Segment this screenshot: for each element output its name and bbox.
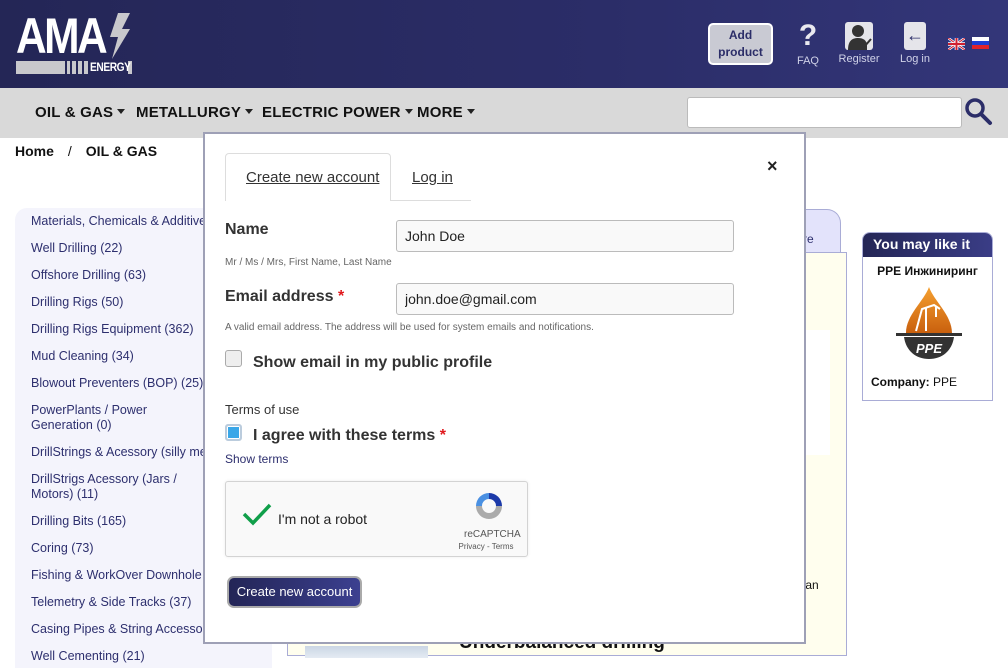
recaptcha-brand: reCAPTCHA Privacy - Terms <box>459 490 521 551</box>
nav-electric-power[interactable]: ELECTRIC POWER <box>262 104 413 121</box>
logo-subtext: ENERGY <box>90 60 131 74</box>
sidebar-item[interactable]: PowerPlants / Power Generation (0) <box>31 403 211 433</box>
recaptcha-logo-icon <box>476 493 502 519</box>
close-icon[interactable]: × <box>767 156 778 177</box>
breadcrumb-home[interactable]: Home <box>15 143 54 159</box>
recaptcha-widget: I'm not a robot reCAPTCHA Privacy - Term… <box>225 481 528 557</box>
caret-down-icon <box>466 109 475 114</box>
nav-metallurgy-label: METALLURGY <box>136 104 242 121</box>
show-terms-link[interactable]: Show terms <box>225 452 288 466</box>
breadcrumb-current[interactable]: OIL & GAS <box>86 143 157 159</box>
nav-oil-gas-label: OIL & GAS <box>35 104 114 121</box>
add-product-line1: Add <box>728 28 753 42</box>
add-product-button[interactable]: Add product <box>708 23 773 65</box>
ppe-logo-icon[interactable]: PPE <box>896 287 962 361</box>
register-label: Register <box>838 53 880 65</box>
faq-label: FAQ <box>796 55 819 67</box>
show-email-label[interactable]: Show email in my public profile <box>253 354 492 372</box>
agree-terms-label[interactable]: I agree with these terms * <box>253 427 446 445</box>
recommend-company-name[interactable]: PPE Инжиниринг <box>863 264 992 278</box>
site-header: AMA ENERGY Add product ? FAQ Register ← … <box>0 0 1008 88</box>
logo-bars: ENERGY <box>16 60 133 74</box>
company-label: Company: <box>871 375 930 389</box>
name-input[interactable] <box>396 220 734 252</box>
flag-uk-icon[interactable] <box>947 36 966 52</box>
breadcrumb: Home / OIL & GAS <box>15 143 157 159</box>
main-nav: OIL & GAS METALLURGY ELECTRIC POWER MORE <box>0 88 1008 138</box>
create-account-button[interactable]: Create new account <box>227 576 362 608</box>
recommend-box: You may like it PPE Инжиниринг PPE Compa… <box>862 232 993 401</box>
sidebar-item[interactable]: Well Cementing (21) <box>31 649 271 664</box>
name-help: Mr / Ms / Mrs, First Name, Last Name <box>225 257 392 268</box>
nav-more-label: MORE <box>417 104 463 121</box>
captcha-label: I'm not a robot <box>278 511 368 527</box>
name-label: Name <box>225 221 269 238</box>
search-button[interactable] <box>964 97 994 127</box>
agree-terms-checkbox[interactable] <box>225 424 242 441</box>
search-input[interactable] <box>687 97 962 128</box>
tab-create-account[interactable]: Create new account <box>246 169 379 186</box>
caret-down-icon <box>117 109 126 114</box>
tab-log-in[interactable]: Log in <box>412 169 453 186</box>
search-icon <box>965 98 992 125</box>
terms-heading: Terms of use <box>225 402 300 417</box>
flag-russia-icon[interactable] <box>972 37 989 49</box>
agree-terms-text: I agree with these terms <box>253 427 436 444</box>
checkmark-icon[interactable] <box>242 502 272 526</box>
nav-oil-gas[interactable]: OIL & GAS <box>35 104 126 121</box>
logo-text: AMA <box>16 8 108 64</box>
company-value: PPE <box>933 375 958 389</box>
user-check-icon <box>845 22 873 50</box>
recommend-company: Company: PPE <box>871 375 957 389</box>
breadcrumb-separator: / <box>67 143 72 159</box>
email-input[interactable] <box>396 283 734 315</box>
email-label: Email address * <box>225 288 344 306</box>
show-email-checkbox[interactable] <box>225 350 242 367</box>
caret-down-icon <box>404 109 413 114</box>
required-mark: * <box>439 427 446 444</box>
email-help: A valid email address. The address will … <box>225 322 594 333</box>
question-mark-icon: ? <box>798 19 818 52</box>
product-image[interactable] <box>305 646 428 658</box>
caret-down-icon <box>245 109 254 114</box>
captcha-brand-text: reCAPTCHA <box>464 529 521 540</box>
arrow-left-icon: ← <box>904 22 926 50</box>
add-product-line2: product <box>718 45 763 59</box>
required-mark: * <box>337 288 345 305</box>
nav-metallurgy[interactable]: METALLURGY <box>136 104 254 121</box>
ama-energy-logo[interactable]: AMA ENERGY <box>16 8 134 75</box>
email-label-text: Email address <box>225 288 334 305</box>
tab-underline <box>391 200 471 201</box>
sidebar-item[interactable]: DrillStrigs Acessory (Jars / Motors) (11… <box>31 472 211 502</box>
register-modal: Create new account Log in × Name Mr / Ms… <box>203 132 806 644</box>
nav-more[interactable]: MORE <box>417 104 475 121</box>
login-link[interactable]: ← Log in <box>898 22 932 65</box>
captcha-links[interactable]: Privacy - Terms <box>458 542 514 551</box>
ppe-logo-text: PPE <box>916 341 942 356</box>
recommend-title: You may like it <box>863 233 992 257</box>
nav-electric-power-label: ELECTRIC POWER <box>262 104 401 121</box>
lightning-bolt-icon <box>110 13 130 59</box>
faq-link[interactable]: ? FAQ <box>794 19 822 68</box>
register-link[interactable]: Register <box>836 22 882 65</box>
login-label: Log in <box>900 53 930 65</box>
